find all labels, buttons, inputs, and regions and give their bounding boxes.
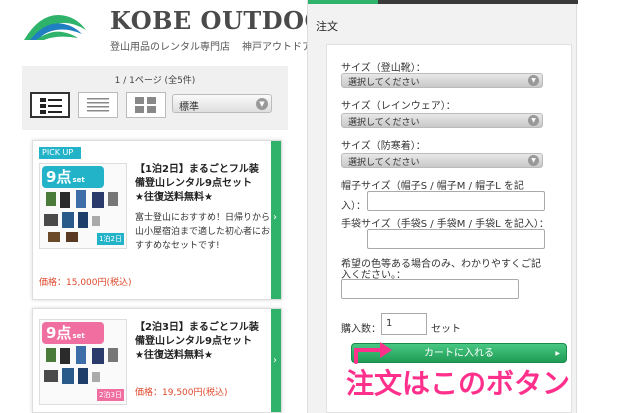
add-to-cart-label: カートに入れる xyxy=(424,348,494,359)
order-title: 注文 xyxy=(316,20,338,33)
badge-suffix: set xyxy=(72,176,85,184)
size-cold-value: 選択してください xyxy=(348,158,420,168)
screenshot-composite: KOBE OUTDOOR 登山用品のレンタル専門店 神戸アウトドア 1 / 1ペー… xyxy=(0,0,642,413)
badge-count: 9点 xyxy=(46,168,72,186)
set-count-badge: 9点set xyxy=(42,322,104,344)
annotation-text: 注文はこのボタン xyxy=(346,367,571,400)
order-panel: 注文 サイズ（登山靴）： 選択してください ▼ サイズ（レインウェア）： 選択し… xyxy=(307,0,578,413)
quantity-unit: セット xyxy=(431,324,461,335)
hat-size-label-cont: 入）： xyxy=(341,201,366,212)
chevron-right-icon: › xyxy=(273,355,277,367)
size-cold-label: サイズ（防寒着）： xyxy=(341,141,426,152)
accent-green-segment xyxy=(308,0,378,4)
grid-view-button[interactable] xyxy=(126,92,166,118)
size-boots-select[interactable]: 選択してください ▼ xyxy=(341,73,543,88)
brand-tagline: 登山用品のレンタル専門店 神戸アウトドア xyxy=(110,38,312,53)
detail-view-button[interactable] xyxy=(78,92,118,118)
duration-tag: 1泊2日 xyxy=(97,233,124,245)
size-rain-value: 選択してください xyxy=(348,118,420,128)
list-view-button[interactable] xyxy=(30,92,70,118)
color-request-input[interactable] xyxy=(341,279,519,299)
product-listing-panel: KOBE OUTDOOR 登山用品のレンタル専門店 神戸アウトドア 1 / 1ペー… xyxy=(0,0,346,413)
tagline-kana: 神戸アウトドア xyxy=(242,42,312,53)
page-count: 1 / 1ページ (全5件) xyxy=(114,76,196,86)
quantity-label: 購入数： xyxy=(341,324,381,335)
size-rain-label: サイズ（レインウェア）： xyxy=(341,101,456,112)
play-triangle-icon: ▶ xyxy=(555,350,560,357)
product-card[interactable]: 9点set 2泊3日 【2泊3日】まるごとフル装備登山レンタル9点セット ★往復… xyxy=(32,308,282,413)
glove-size-label: 手袋サイズ（手袋S / 手袋M / 手袋L を記入）： xyxy=(341,219,549,230)
size-boots-value: 選択してください xyxy=(348,78,420,88)
product-thumbnail[interactable]: 9点set 2泊3日 xyxy=(39,319,127,405)
top-accent-bar xyxy=(308,0,578,4)
size-rain-select[interactable]: 選択してください ▼ xyxy=(341,113,543,128)
size-boots-label: サイズ（登山靴）： xyxy=(341,63,426,74)
sort-select[interactable]: 標準 ▼ xyxy=(172,94,272,113)
chevron-down-icon: ▼ xyxy=(528,75,539,86)
sort-value: 標準 xyxy=(179,102,199,113)
badge-suffix: set xyxy=(72,332,85,340)
product-title[interactable]: 【2泊3日】まるごとフル装備登山レンタル9点セット ★往復送料無料★ xyxy=(135,321,267,363)
hat-size-input[interactable] xyxy=(367,191,545,211)
set-count-badge: 9点set xyxy=(42,166,104,188)
pickup-badge: PICK UP xyxy=(39,147,81,159)
product-thumbnail[interactable]: 9点set 1泊2日 xyxy=(39,163,127,249)
hat-size-label: 帽子サイズ（帽子S / 帽子M / 帽子L を記 xyxy=(341,181,524,192)
chevron-right-icon: › xyxy=(273,212,277,224)
detail-view-icon xyxy=(87,98,109,112)
site-logo[interactable]: KOBE OUTDOOR 登山用品のレンタル専門店 神戸アウトドア xyxy=(22,6,346,56)
glove-size-input[interactable] xyxy=(367,229,545,249)
list-view-icon xyxy=(40,98,62,114)
quantity-input[interactable]: 1 xyxy=(381,313,427,335)
duration-tag: 2泊3日 xyxy=(97,389,124,401)
product-title[interactable]: 【1泊2日】まるごとフル装備登山レンタル9点セット ★往復送料無料★ xyxy=(135,163,267,205)
chevron-down-icon: ▼ xyxy=(256,98,268,110)
mountain-logo-icon xyxy=(24,15,86,40)
grid-view-icon xyxy=(135,97,156,113)
product-card[interactable]: PICK UP 9点set 1泊2日 【1泊2日】まるごとフル装備登山レンタル9… xyxy=(32,140,282,300)
tagline-text: 登山用品のレンタル専門店 xyxy=(110,42,230,53)
badge-count: 9点 xyxy=(46,324,72,342)
product-description: 富士登山におすすめ！日帰りから山小屋宿泊まで適した初心者におすすめなセットです! xyxy=(135,213,271,251)
product-price: 価格：15,000円(税込) xyxy=(39,278,132,288)
chevron-down-icon: ▼ xyxy=(528,155,539,166)
card-link-edge[interactable]: › xyxy=(271,141,281,299)
card-link-edge[interactable]: › xyxy=(271,309,281,412)
annotation-arrow-icon xyxy=(354,342,392,364)
chevron-down-icon: ▼ xyxy=(528,115,539,126)
listing-controls: 1 / 1ページ (全5件) 標準 ▼ xyxy=(22,66,288,130)
product-price: 価格：19,500円(税込) xyxy=(135,388,228,398)
size-cold-select[interactable]: 選択してください ▼ xyxy=(341,153,543,168)
